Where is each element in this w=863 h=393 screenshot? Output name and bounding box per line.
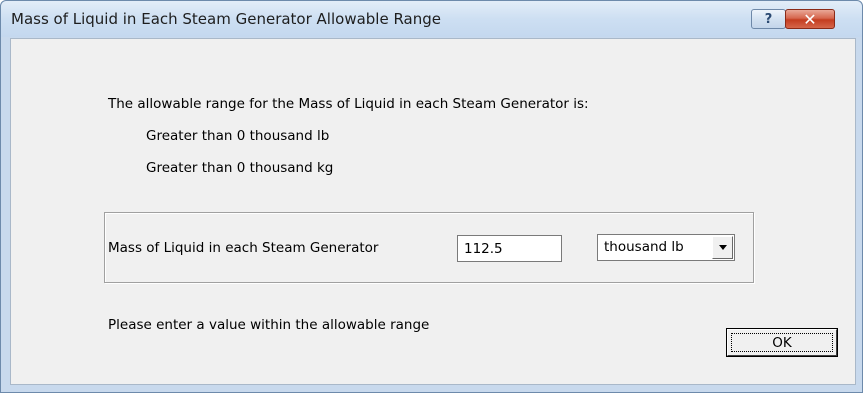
dialog-content: The allowable range for the Mass of Liqu… [10,38,856,385]
chevron-down-icon [718,245,727,250]
dialog-window: Mass of Liquid in Each Steam Generator A… [0,0,863,393]
focus-rectangle [731,333,833,352]
unit-dropdown[interactable]: thousand lb [597,234,735,261]
mass-field-label: Mass of Liquid in each Steam Generator [108,240,379,256]
dropdown-arrow-button[interactable] [712,236,733,259]
help-button[interactable]: ? [751,9,786,29]
close-icon: ✕ [803,9,817,29]
ok-button[interactable]: OK [726,328,838,357]
title-bar[interactable]: Mass of Liquid in Each Steam Generator A… [1,1,862,37]
window-title: Mass of Liquid in Each Steam Generator A… [11,10,442,28]
range-kg-text: Greater than 0 thousand kg [146,160,334,176]
close-button[interactable]: ✕ [785,9,835,29]
help-icon: ? [764,11,773,27]
range-lb-text: Greater than 0 thousand lb [146,128,330,144]
range-intro-text: The allowable range for the Mass of Liqu… [108,96,589,112]
validation-message: Please enter a value within the allowabl… [108,317,430,333]
mass-value-input[interactable] [457,235,562,262]
unit-selected-value: thousand lb [604,239,684,255]
